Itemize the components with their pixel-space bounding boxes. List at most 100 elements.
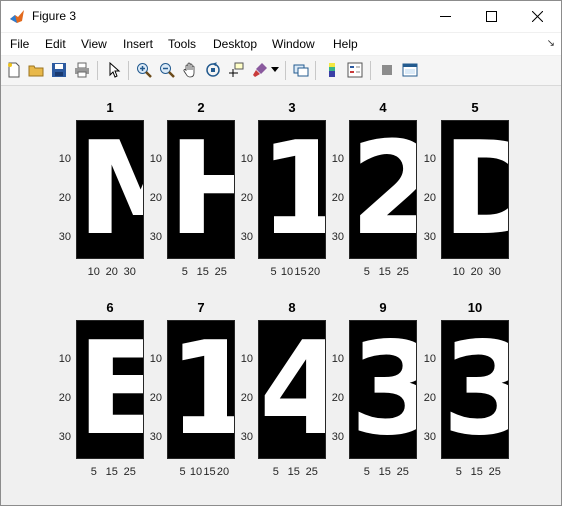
figure-window: Figure 3 File Edit View Insert Tools Des… (0, 0, 562, 506)
x-tick-label: 15 (203, 466, 216, 478)
y-tick-label: 30 (423, 431, 436, 443)
zoom-in-button[interactable] (134, 60, 154, 80)
x-tick-label: 30 (123, 266, 136, 278)
new-figure-button[interactable] (4, 60, 24, 80)
y-tick-label: 10 (331, 353, 344, 365)
new-figure-icon (8, 62, 20, 78)
y-tick-label: 30 (149, 431, 162, 443)
y-tick-label: 20 (240, 192, 253, 204)
chevron-down-icon (271, 67, 279, 72)
subplot-title: 7 (197, 300, 205, 315)
link-plot-button[interactable] (291, 60, 311, 80)
x-tick-label: 5 (363, 266, 370, 278)
y-tick-label: 20 (423, 192, 436, 204)
subplot-axes[interactable]: 4 (258, 320, 326, 459)
rotate-3d-button[interactable] (203, 60, 223, 80)
x-tick-label: 20 (216, 466, 230, 478)
x-tick-label: 10 (452, 266, 465, 278)
legend-button[interactable] (345, 60, 365, 80)
subplot-title: 6 (106, 300, 114, 315)
minimize-button[interactable] (422, 1, 468, 32)
menu-help[interactable]: Help (333, 37, 358, 51)
x-tick-label: 25 (214, 266, 227, 278)
maximize-icon (485, 11, 497, 22)
character-image: D (442, 121, 508, 258)
show-plot-tools-button[interactable] (400, 60, 420, 80)
maximize-button[interactable] (468, 1, 514, 32)
link-plot-icon (293, 64, 309, 77)
y-tick-label: 30 (331, 231, 344, 243)
x-tick-label: 25 (305, 466, 318, 478)
colorbar-button[interactable] (322, 60, 342, 80)
subplot-axes[interactable]: H (167, 120, 235, 259)
brush-button[interactable] (250, 60, 270, 80)
y-tick-label: 30 (240, 431, 253, 443)
subplot-axes[interactable]: M (76, 120, 144, 259)
x-tick-label: 25 (488, 466, 501, 478)
subplot-axes[interactable]: 3 (441, 320, 509, 459)
hide-plot-tools-button[interactable] (377, 60, 397, 80)
menu-bar: File Edit View Insert Tools Desktop Wind… (1, 33, 561, 55)
menu-view[interactable]: View (81, 37, 107, 51)
dock-arrow-icon[interactable]: ↘ (547, 38, 555, 49)
pan-button[interactable] (180, 60, 200, 80)
subplot-axes[interactable]: 3 (349, 320, 417, 459)
zoom-out-button[interactable] (157, 60, 177, 80)
y-tick-label: 30 (58, 231, 71, 243)
menu-edit[interactable]: Edit (45, 37, 66, 51)
select-arrow-button[interactable] (104, 60, 124, 80)
close-button[interactable] (514, 1, 560, 32)
y-tick-label: 10 (423, 153, 436, 165)
minimize-icon (439, 16, 451, 17)
x-tick-label: 10 (189, 466, 203, 478)
x-tick-label: 15 (105, 466, 118, 478)
x-tick-label: 15 (294, 266, 307, 278)
data-cursor-button[interactable] (226, 60, 246, 80)
menu-tools[interactable]: Tools (168, 37, 196, 51)
y-tick-label: 20 (58, 392, 71, 404)
print-icon (75, 62, 89, 78)
y-tick-label: 30 (240, 231, 253, 243)
legend-icon (347, 62, 363, 78)
zoom-in-icon (137, 63, 152, 78)
character-image: M (77, 121, 143, 258)
subplot-title: 9 (379, 300, 387, 315)
character-image: E (77, 321, 143, 458)
window-title: Figure 3 (32, 9, 77, 23)
x-tick-label: 25 (123, 466, 136, 478)
save-button[interactable] (49, 60, 69, 80)
y-tick-label: 10 (149, 153, 162, 165)
y-tick-label: 10 (423, 353, 436, 365)
subplot-title: 8 (288, 300, 296, 315)
x-tick-label: 10 (87, 266, 100, 278)
x-tick-label: 15 (378, 266, 391, 278)
subplot-axes[interactable]: 1 (258, 120, 326, 259)
subplot-title: 3 (288, 100, 296, 115)
y-tick-label: 10 (240, 153, 253, 165)
figure-canvas: 1 M 10 20 30 10 20 30 2 H 10 20 30 5 15 25 3 1 10 20 30 5 10 15… (1, 87, 561, 505)
menu-desktop[interactable]: Desktop (213, 37, 257, 51)
y-tick-label: 30 (423, 231, 436, 243)
menu-file[interactable]: File (10, 37, 29, 51)
subplot-axes[interactable]: D (441, 120, 509, 259)
select-arrow-icon (109, 62, 121, 78)
brush-dropdown[interactable] (269, 60, 281, 80)
subplot-axes[interactable]: E (76, 320, 144, 459)
menu-window[interactable]: Window (272, 37, 315, 51)
x-tick-label: 10 (280, 266, 294, 278)
open-file-button[interactable] (26, 60, 46, 80)
y-tick-label: 10 (58, 353, 71, 365)
subplot-axes[interactable]: 1 (167, 320, 235, 459)
save-icon (52, 63, 66, 77)
print-button[interactable] (72, 60, 92, 80)
figure-toolbar (1, 56, 561, 86)
x-tick-label: 15 (470, 466, 483, 478)
y-tick-label: 20 (331, 192, 344, 204)
subplot-title: 4 (379, 100, 387, 115)
x-tick-label: 5 (455, 466, 462, 478)
subplot-axes[interactable]: 2 (349, 120, 417, 259)
brush-icon (253, 63, 267, 77)
menu-insert[interactable]: Insert (123, 37, 153, 51)
colorbar-icon (329, 63, 335, 77)
hide-plot-tools-icon (382, 65, 392, 75)
